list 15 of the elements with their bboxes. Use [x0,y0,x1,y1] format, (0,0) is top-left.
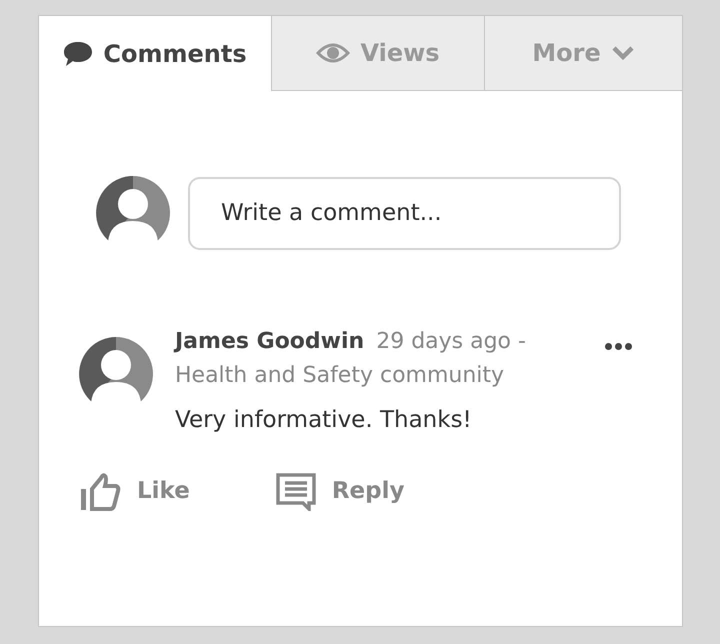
comment-header: James Goodwin 29 days ago - Health and Safety community [175,328,527,390]
avatar-icon [96,176,170,250]
chevron-down-icon [610,45,635,61]
eye-icon [316,42,350,64]
avatar-icon [79,337,153,411]
tab[interactable]: Views [271,16,484,91]
speech-bubble-icon [63,40,94,66]
reply-button[interactable]: Reply [276,472,404,512]
comment-input-field[interactable]: Write a comment... [188,176,621,250]
tab[interactable]: More [484,16,682,91]
comment-text: Very informative. Thanks! [175,406,473,435]
like-button[interactable]: Like [79,472,190,512]
more-options-button[interactable] [603,341,634,352]
thumbs-up-icon [79,472,121,512]
message-icon [276,472,316,510]
